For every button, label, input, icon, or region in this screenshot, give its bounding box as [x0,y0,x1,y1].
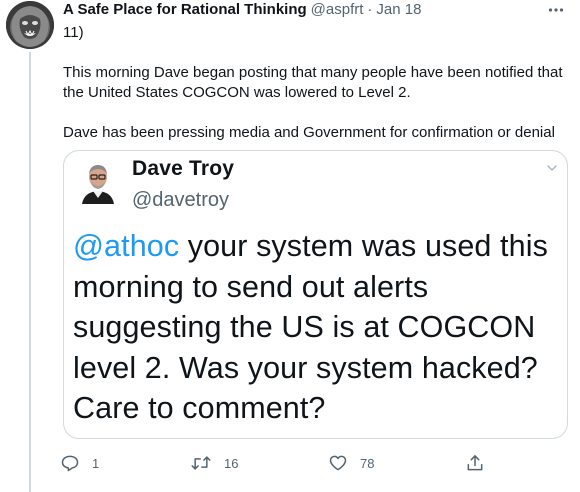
retweet-icon [191,456,211,470]
author-name[interactable]: A Safe Place for Rational Thinking [63,1,307,18]
user-avatar-icon [78,160,118,204]
more-options-button[interactable] [544,0,568,20]
tweet-actions-bar: 1 16 78 [60,453,490,475]
tweet-body: 11) This morning Dave began posting that… [63,23,563,143]
reply-button[interactable]: 1 [60,453,99,473]
reply-count: 1 [92,455,100,471]
like-count: 78 [360,455,375,471]
author-avatar[interactable] [6,1,54,49]
tweet-paragraph: Dave has been pressing media and Governm… [63,124,555,141]
quoted-author-handle: @davetroy [132,189,230,211]
tweet-timestamp[interactable]: Jan 18 [376,1,421,18]
reply-icon [61,455,79,472]
tweet-header: A Safe Place for Rational Thinking @aspf… [63,1,421,21]
heart-icon [329,455,347,471]
more-icon [548,8,564,12]
mention-link[interactable]: @athoc [73,229,179,263]
lion-avatar-icon [6,1,54,49]
thread-connector-line [29,52,31,492]
tweet-paragraph: This morning Dave began posting that man… [63,64,563,101]
quoted-author-name: Dave Troy [132,157,235,180]
author-handle[interactable]: @aspfrt [311,1,364,18]
share-icon [467,455,483,471]
retweet-count: 16 [224,455,239,471]
like-button[interactable]: 78 [328,453,374,473]
quoted-tweet-text: @athoc your system was used this morning… [73,226,561,429]
quoted-tweet-card[interactable]: Dave Troy @davetroy @athoc your system w… [63,150,568,439]
chevron-down-icon[interactable] [545,161,559,175]
separator-dot: · [367,1,373,18]
tweet-paragraph: 11) [63,24,84,41]
share-button[interactable] [465,453,485,473]
retweet-button[interactable]: 16 [190,453,238,473]
